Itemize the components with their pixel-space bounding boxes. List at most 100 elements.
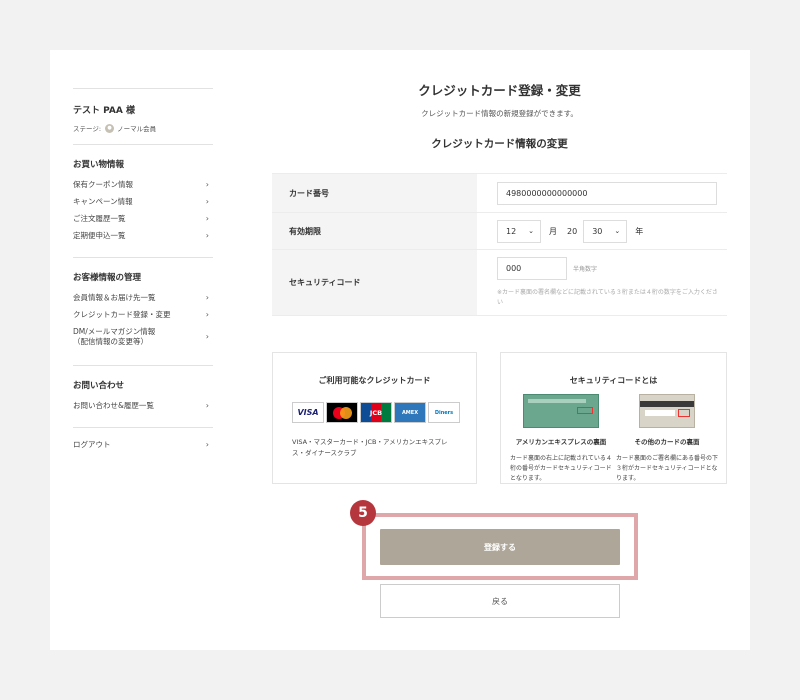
available-cards-text: VISA・マスターカード・JCB・アメリカンエキスプレス・ダイナースクラブ — [292, 438, 448, 457]
nav-group-contact: お問い合わせ お問い合わせ&履歴一覧 › — [73, 379, 213, 427]
stage-value: ノーマル会員 — [117, 125, 157, 133]
year-unit: 年 — [635, 226, 644, 236]
chevron-down-icon: ⌄ — [528, 227, 534, 235]
sidebar-item-credit-card[interactable]: クレジットカード登録・変更 › — [73, 309, 213, 326]
nav-group-account: お客様情報の管理 会員情報＆お届け先一覧 › クレジットカード登録・変更 › DM/… — [73, 271, 213, 365]
register-button[interactable]: 登録する — [380, 529, 620, 565]
diners-logo-icon: Diners — [428, 402, 460, 423]
divider — [73, 144, 213, 145]
amex-back-title: アメリカンエキスプレスの裏面 — [515, 438, 607, 446]
sidebar-item-orders[interactable]: ご注文履歴一覧 › — [73, 213, 213, 230]
user-name: テスト PAA 様 — [73, 106, 135, 116]
form-value: 4980000000000000 — [477, 174, 727, 212]
year-prefix: 20 — [567, 226, 578, 236]
sidebar-item-campaigns[interactable]: キャンペーン情報 › — [73, 196, 213, 213]
cvv-hint: 半角数字 — [573, 266, 598, 273]
logout-link[interactable]: ログアウト › — [73, 439, 213, 456]
signature-panel — [645, 410, 675, 416]
mastercard-logo-icon — [326, 402, 358, 423]
section-title: クレジットカード情報の変更 — [431, 138, 568, 150]
magnetic-stripe — [640, 401, 694, 407]
chevron-right-icon: › — [205, 214, 209, 223]
other-back-title: その他のカードの裏面 — [634, 438, 700, 446]
form-row-card-number: カード番号 4980000000000000 — [272, 174, 727, 213]
cvv-marker — [577, 407, 593, 414]
card-stripe — [528, 399, 586, 403]
chevron-right-icon: › — [205, 197, 209, 206]
cvv-marker — [678, 409, 690, 417]
divider — [73, 257, 213, 258]
form-row-expiry: 有効期限 12 ⌄ 月 20 30 ⌄ 年 — [272, 213, 727, 250]
form-value: 000 半角数字 ※カード裏面の署名欄などに記載されている３桁または４桁の数字を… — [477, 250, 727, 315]
divider — [73, 88, 213, 89]
security-info-columns: アメリカンエキスプレスの裏面 カード裏面の右上に記載されている４桁の番号がカード… — [510, 394, 718, 484]
card-number-label: カード番号 — [272, 174, 477, 212]
sidebar-item-label: クレジットカード登録・変更 — [73, 310, 171, 319]
form-row-security-code: セキュリティコード 000 半角数字 ※カード裏面の署名欄などに記載されている３… — [272, 250, 727, 316]
card-number-input[interactable]: 4980000000000000 — [497, 181, 717, 205]
expiry-year-select[interactable]: 30 ⌄ — [583, 219, 628, 243]
chevron-right-icon: › — [205, 231, 209, 240]
card-brand-logos: VISA JCB AMEX Diners — [292, 402, 476, 423]
page-title: クレジットカード登録・変更 — [418, 83, 581, 98]
sidebar-item-label-line1: DM/メールマガジン情報 — [73, 327, 156, 336]
main-header: クレジットカード登録・変更 クレジットカード情報の新規登録ができます。 クレジッ… — [272, 70, 727, 151]
sidebar-item-member-info[interactable]: 会員情報＆お届け先一覧 › — [73, 292, 213, 309]
nav-group-shopping: お買い物情報 保有クーポン情報 › キャンペーン情報 › ご注文履歴一覧 › 定期便申… — [73, 158, 213, 257]
chevron-right-icon: › — [205, 293, 209, 302]
sidebar-item-dm-newsletter[interactable]: DM/メールマガジン情報 （配信情報の変更等） › — [73, 326, 213, 355]
sidebar-item-label-line2: （配信情報の変更等） — [73, 337, 148, 346]
nav-section-title: お買い物情報 — [73, 160, 125, 170]
cvv-line: 000 半角数字 — [497, 257, 597, 280]
sidebar-item-label: 保有クーポン情報 — [73, 180, 133, 189]
other-back-info: その他のカードの裏面 カード裏面のご署名欄にある番号の下３桁がカードセキュリティ… — [616, 394, 718, 484]
sidebar-item-label: キャンペーン情報 — [73, 197, 133, 206]
sidebar-item-label: ご注文履歴一覧 — [73, 214, 126, 223]
account-sidebar: テスト PAA 様 ステージ: ● ノーマル会員 お買い物情報 保有クーポン情報… — [73, 88, 213, 456]
sidebar-item-inquiries[interactable]: お問い合わせ&履歴一覧 › — [73, 400, 213, 417]
page-description: クレジットカード情報の新規登録ができます。 — [421, 109, 578, 118]
form-value: 12 ⌄ 月 20 30 ⌄ 年 — [477, 213, 727, 249]
member-stage: ステージ: ● ノーマル会員 — [73, 123, 213, 133]
chevron-right-icon: › — [205, 332, 209, 341]
security-code-label: セキュリティコード — [272, 250, 477, 315]
stage-badge-icon: ● — [105, 123, 115, 133]
logout-label: ログアウト — [73, 440, 111, 449]
sidebar-item-label: お問い合わせ&履歴一覧 — [73, 401, 154, 410]
back-button[interactable]: 戻る — [380, 584, 620, 618]
visa-logo-icon: VISA — [292, 402, 324, 423]
sidebar-item-label: 会員情報＆お届け先一覧 — [73, 293, 156, 302]
sidebar-item-subscriptions[interactable]: 定期便申込一覧 › — [73, 230, 213, 247]
available-cards-title: ご利用可能なクレジットカード — [318, 376, 431, 385]
other-card-back-image — [639, 394, 695, 428]
nav-section-title: お問い合わせ — [73, 381, 125, 391]
sidebar-item-label: DM/メールマガジン情報 （配信情報の変更等） — [73, 327, 155, 347]
mastercard-circle-orange — [340, 407, 352, 419]
chevron-right-icon: › — [205, 180, 209, 189]
expiry-year-value: 30 — [592, 226, 603, 236]
sidebar-item-coupons[interactable]: 保有クーポン情報 › — [73, 179, 213, 196]
chevron-right-icon: › — [205, 310, 209, 319]
month-unit: 月 — [549, 226, 557, 236]
chevron-right-icon: › — [205, 401, 209, 410]
stage-label: ステージ: — [73, 125, 102, 133]
chevron-right-icon: › — [205, 440, 209, 449]
security-info-title: セキュリティコードとは — [569, 376, 658, 385]
chevron-down-icon: ⌄ — [614, 227, 621, 235]
sidebar-item-label: 定期便申込一覧 — [73, 231, 126, 240]
expiry-month-value: 12 — [506, 226, 517, 236]
credit-card-form: カード番号 4980000000000000 有効期限 12 ⌄ 月 20 30 ⌄… — [272, 173, 727, 316]
divider — [73, 365, 213, 366]
other-back-text: カード裏面のご署名欄にある番号の下３桁がカードセキュリティコードとなります。 — [616, 455, 719, 482]
divider — [73, 427, 213, 428]
amex-card-back-image — [523, 394, 599, 428]
cvv-note: ※カード裏面の署名欄などに記載されている３桁または４桁の数字をご入力ください — [497, 289, 718, 306]
security-code-input[interactable]: 000 — [497, 257, 567, 280]
expiry-month-select[interactable]: 12 ⌄ — [497, 219, 541, 243]
amex-back-text: カード裏面の右上に記載されている４桁の番号がカードセキュリティコードとなります。 — [510, 455, 612, 482]
step-number-badge: 5 — [350, 500, 376, 526]
available-cards-box: ご利用可能なクレジットカード VISA JCB AMEX Diners VISA… — [272, 352, 477, 484]
jcb-logo-icon: JCB — [360, 402, 392, 423]
amex-back-info: アメリカンエキスプレスの裏面 カード裏面の右上に記載されている４桁の番号がカード… — [510, 394, 612, 484]
amex-logo-icon: AMEX — [394, 402, 426, 423]
